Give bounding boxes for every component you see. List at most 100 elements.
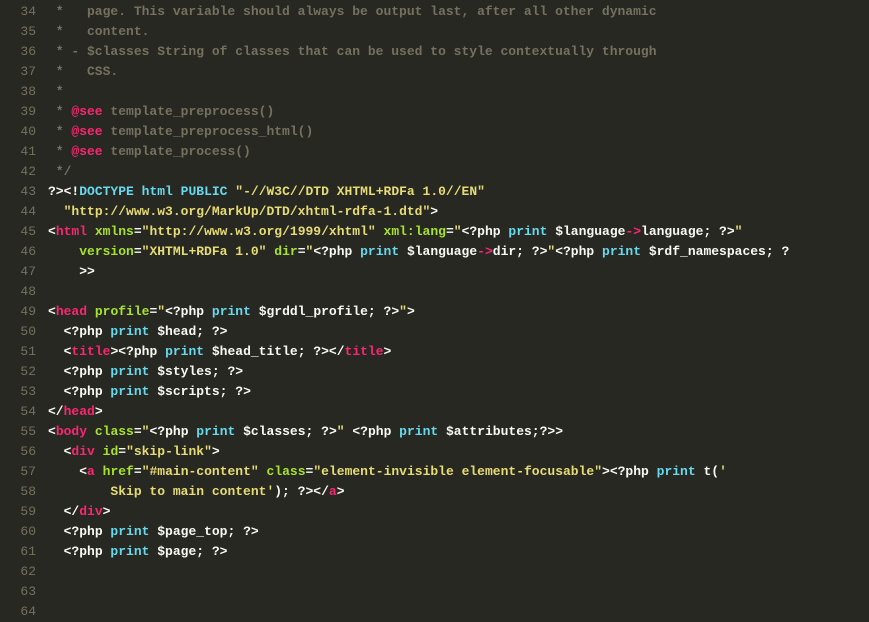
code-line[interactable]: <div id="skip-link"> [48,442,869,462]
token: */ [48,164,71,179]
token: > [384,344,392,359]
token [173,184,181,199]
token: a [87,464,95,479]
token: title [71,344,110,359]
token [87,424,95,439]
code-line[interactable]: * @see template_process() [48,142,869,162]
code-line[interactable]: * CSS. [48,62,869,82]
token: PUBLIC [181,184,228,199]
token: body [56,424,87,439]
token: dir [274,244,297,259]
line-number: 47 [0,262,36,282]
token: print [165,344,204,359]
token: * CSS. [48,64,118,79]
line-number: 62 [0,562,36,582]
line-number: 35 [0,22,36,42]
token: print [508,224,547,239]
token: print [110,364,149,379]
token: -> [625,224,641,239]
token: ?> [321,424,337,439]
token: <?php [64,364,111,379]
token: * page. This variable should always be o… [48,4,657,19]
line-number: 58 [0,482,36,502]
token: < [48,424,56,439]
token: template_preprocess_html() [103,124,314,139]
token: $page; [149,544,211,559]
token: html [142,184,173,199]
token: ?> [313,344,329,359]
code-line[interactable]: */ [48,162,869,182]
code-line[interactable]: * - $classes String of classes that can … [48,42,869,62]
token: > [430,204,438,219]
token: " [337,424,345,439]
code-line[interactable]: version="XHTML+RDFa 1.0" dir="<?php prin… [48,242,869,262]
code-editor[interactable]: 3435363738394041424344454647484950515253… [0,0,869,563]
code-line[interactable]: <?php print $head; ?> [48,322,869,342]
code-line[interactable]: * page. This variable should always be o… [48,2,869,22]
token: <! [64,184,80,199]
token [87,224,95,239]
code-line[interactable]: * [48,82,869,102]
line-number: 52 [0,362,36,382]
line-number: 59 [0,502,36,522]
token: $classes; [235,424,321,439]
token: head [56,304,87,319]
token: template_process() [103,144,251,159]
token: ?> [227,364,243,379]
line-number: 42 [0,162,36,182]
code-line[interactable] [48,282,869,302]
token: <?php [313,244,360,259]
token: print [360,244,399,259]
code-line[interactable]: "http://www.w3.org/MarkUp/DTD/xhtml-rdfa… [48,202,869,222]
code-line[interactable]: <?php print $page; ?> [48,542,869,562]
token: @see [71,124,102,139]
token: * [48,124,71,139]
line-number: 63 [0,582,36,602]
token: "element-invisible element-focusable" [313,464,602,479]
token: print [212,304,251,319]
token: version [79,244,134,259]
token: ?> [243,524,259,539]
token: > [95,404,103,419]
code-line[interactable]: <?php print $scripts; ?> [48,382,869,402]
token: <?php [64,324,111,339]
code-line[interactable]: </div> [48,502,869,522]
line-number: 57 [0,462,36,482]
code-line[interactable]: ?><!DOCTYPE html PUBLIC "-//W3C//DTD XHT… [48,182,869,202]
token: a [329,484,337,499]
code-line[interactable]: <?php print $styles; ?> [48,362,869,382]
token: ?> [384,304,400,319]
code-line[interactable]: <html xmlns="http://www.w3.org/1999/xhtm… [48,222,869,242]
code-line[interactable]: <title><?php print $head_title; ?></titl… [48,342,869,362]
code-line[interactable]: Skip to main content'); ?></a> [48,482,869,502]
code-line[interactable]: </head> [48,402,869,422]
code-line[interactable]: <a href="#main-content" class="element-i… [48,462,869,482]
token: <?php [462,224,509,239]
code-line[interactable]: >> [48,262,869,282]
token: * content. [48,24,149,39]
token: $grddl_profile; [251,304,384,319]
token: html [56,224,87,239]
token: " [454,224,462,239]
token: $attributes; [438,424,539,439]
code-line[interactable]: * @see template_preprocess_html() [48,122,869,142]
code-line[interactable]: <body class="<?php print $classes; ?>" <… [48,422,869,442]
code-area[interactable]: * page. This variable should always be o… [48,2,869,563]
code-line[interactable]: * content. [48,22,869,42]
token: " [735,224,743,239]
line-number-gutter: 3435363738394041424344454647484950515253… [0,2,48,563]
code-line[interactable]: * @see template_preprocess() [48,102,869,122]
token: > [555,424,563,439]
code-line[interactable]: <head profile="<?php print $grddl_profil… [48,302,869,322]
token: href [103,464,134,479]
token: >> [79,264,95,279]
token: </ [48,404,64,419]
token: * [48,104,71,119]
token: head [64,404,95,419]
token: > [212,444,220,459]
code-line[interactable]: <?php print $page_top; ?> [48,522,869,542]
token [87,304,95,319]
line-number: 44 [0,202,36,222]
token: = [446,224,454,239]
token: xml:lang [384,224,446,239]
